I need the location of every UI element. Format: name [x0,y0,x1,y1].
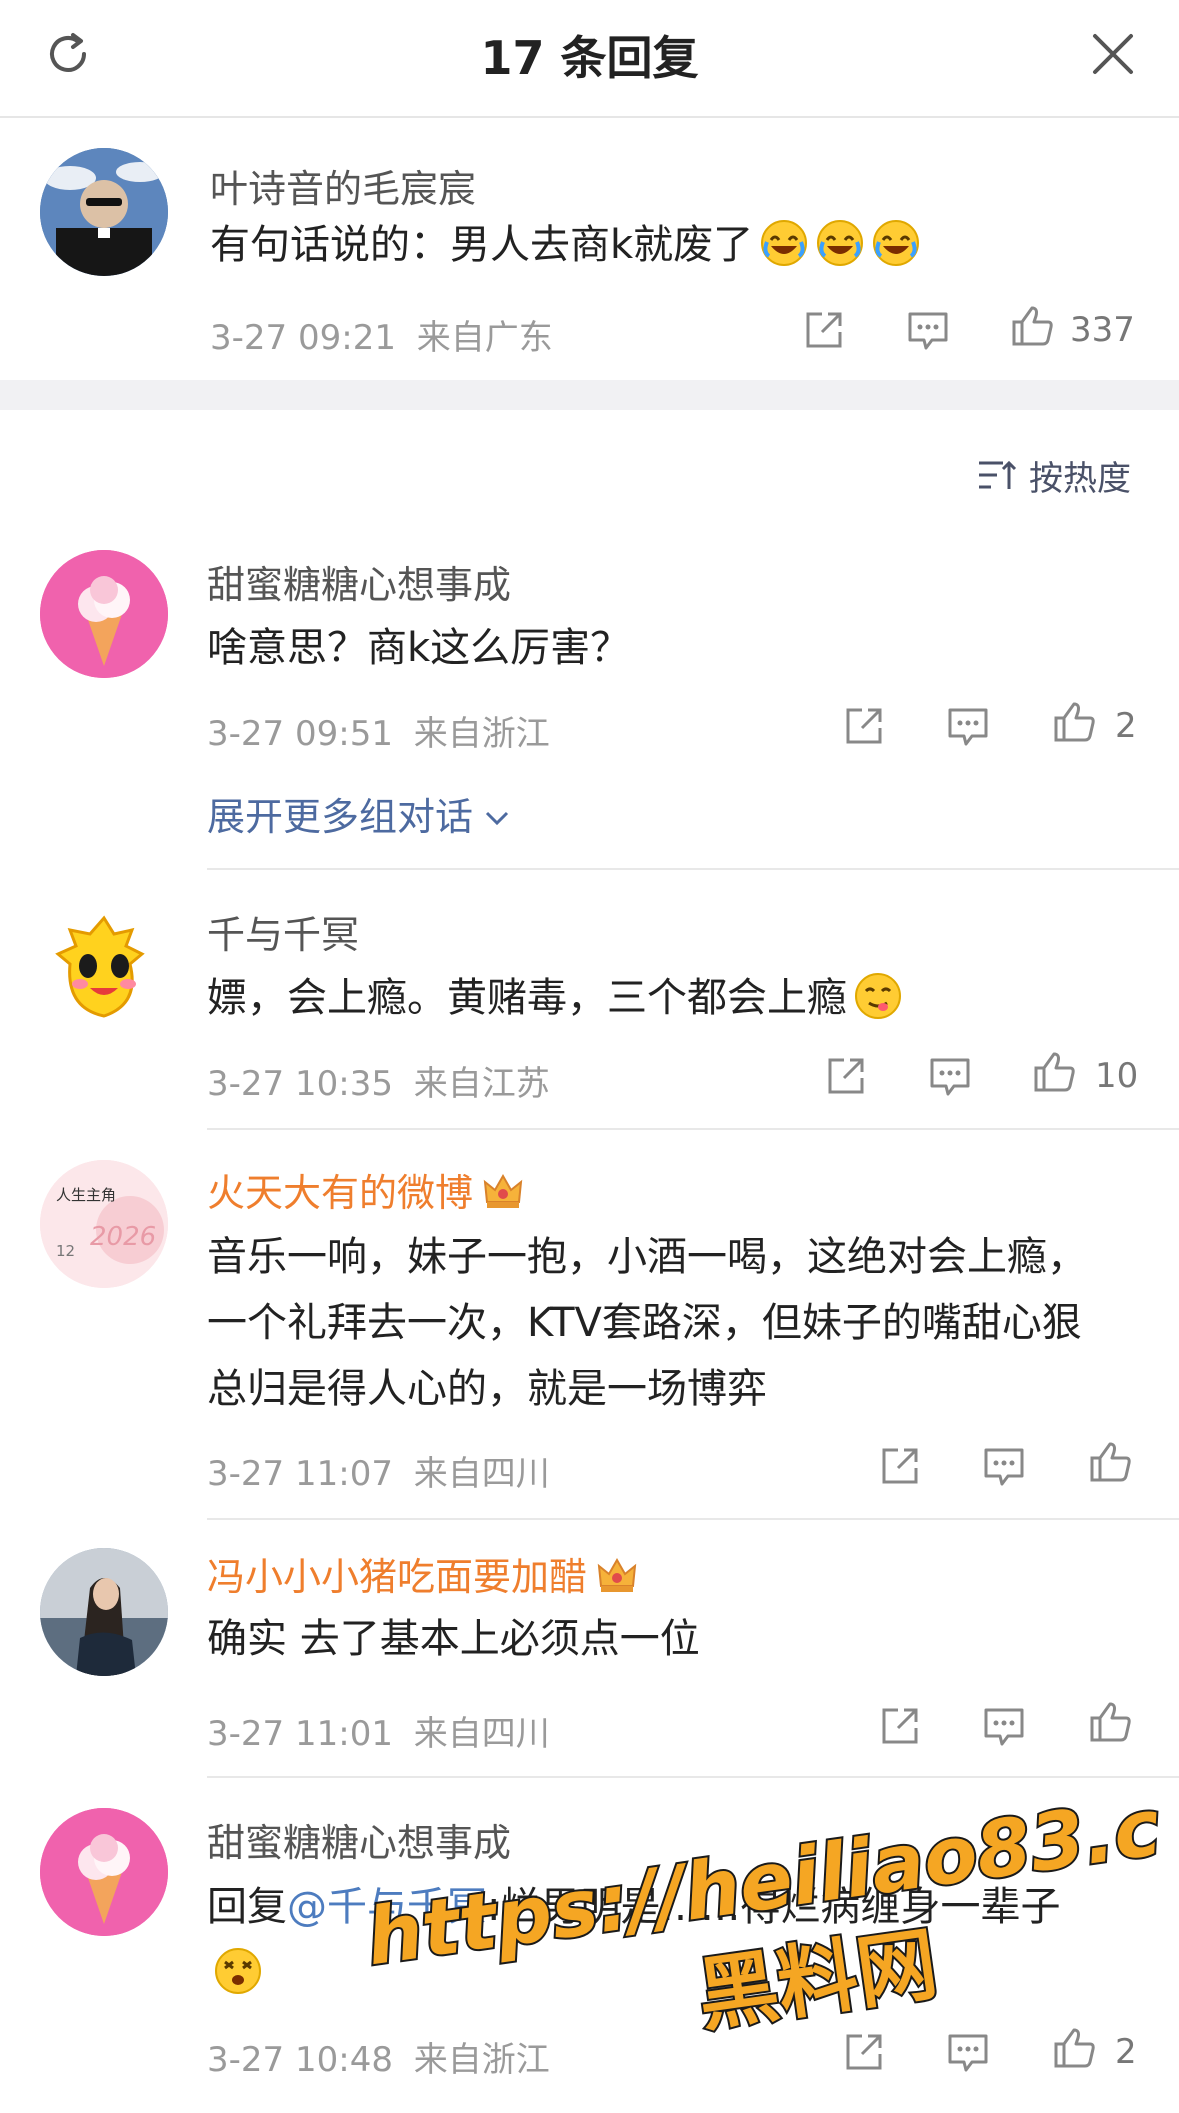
comment-text: 确实 去了基本上必须点一位 [207,1616,700,1662]
root-comment: 叶诗音的毛宸宸 有句话说的：男人去商k就废了 3-27 09:21 来自广东 3… [0,116,1179,380]
like-icon[interactable] [1050,698,1098,746]
comment-location: 来自四川 [413,1714,550,1754]
commenter-name[interactable]: 千与千冥 [207,904,359,959]
avatar-number: 12 [56,1242,76,1260]
comment-icon[interactable] [980,1702,1028,1750]
avatar[interactable] [40,148,168,276]
comment-time: 3-27 09:21 [210,318,396,358]
comment-meta: 3-27 09:51 来自浙江 [207,706,550,755]
comment-location: 来自四川 [413,1454,550,1494]
share-icon[interactable] [876,1702,924,1750]
sort-label: 按热度 [1029,458,1131,499]
reply-item: 甜蜜糖糖心想事成 啥意思？商k这么厉害？ 3-27 09:51 来自浙江 2 展… [0,530,1179,870]
commenter-name[interactable]: 火天大有的微博 [207,1162,525,1217]
avatar[interactable] [40,1808,168,1936]
watermark-label: 黑料网 [692,1917,943,2042]
dizzy-emoji-icon [215,1948,261,1994]
reply-prefix: 回复 [207,1884,287,1930]
like-count: 10 [1095,1056,1139,1096]
avatar[interactable]: 人生主角 2026 12 [40,1160,168,1288]
reply-item: 人生主角 2026 12 火天大有的微博 音乐一响，妹子一抱，小酒一喝，这绝对会… [0,1130,1179,1520]
laugh-cry-emoji-icon [873,220,920,266]
comment-time: 3-27 11:01 [207,1714,393,1754]
vip-crown-icon [597,1557,637,1592]
like-count: 337 [1070,310,1135,350]
vip-crown-icon [483,1173,523,1208]
avatar[interactable] [40,550,168,678]
expand-conversation-link[interactable]: 展开更多组对话 [207,786,513,841]
commenter-name-text: 冯小小小猪吃面要加醋 [207,1555,588,1599]
expand-label: 展开更多组对话 [207,795,474,839]
like-icon[interactable] [1086,1438,1134,1486]
comment-body: 有句话说的：男人去商k就废了 [210,222,754,268]
commenter-name[interactable]: 甜蜜糖糖心想事成 [207,554,511,609]
header: 17 条回复 [0,0,1179,118]
comment-time: 3-27 09:51 [207,714,393,754]
sort-icon [979,460,1017,489]
reply-item: 千与千冥 嫖，会上瘾。黄赌毒，三个都会上瘾 3-27 10:35 来自江苏 10 [0,870,1179,1130]
section-divider [0,380,1179,410]
comment-icon[interactable] [944,702,992,750]
like-count: 2 [1115,706,1137,746]
commenter-name-text: 火天大有的微博 [207,1171,474,1215]
comment-icon[interactable] [904,306,952,354]
comment-location: 来自浙江 [413,714,550,754]
commenter-name[interactable]: 冯小小小猪吃面要加醋 [207,1546,639,1601]
avatar[interactable] [40,1548,168,1676]
reply-item: 冯小小小猪吃面要加醋 确实 去了基本上必须点一位 3-27 11:01 来自四川 [0,1520,1179,1778]
comment-icon[interactable] [980,1442,1028,1490]
yum-emoji-icon [855,973,901,1019]
laugh-cry-emoji-icon [817,220,864,266]
comment-location: 来自江苏 [413,1064,550,1104]
comment-meta: 3-27 09:21 来自广东 [210,310,553,359]
comment-body: 嫖，会上瘾。黄赌毒，三个都会上瘾 [207,975,847,1021]
chevron-down-icon [485,811,509,826]
avatar-caption: 人生主角 [56,1186,117,1204]
laugh-cry-emoji-icon [761,220,808,266]
comment-location: 来自广东 [416,318,553,358]
comment-time: 3-27 11:07 [207,1454,393,1494]
comment-meta: 3-27 10:35 来自江苏 [207,1056,550,1105]
like-icon[interactable] [1086,1698,1134,1746]
page-title: 17 条回复 [480,31,699,85]
commenter-name[interactable]: 叶诗音的毛宸宸 [210,158,476,213]
comment-text: 嫖，会上瘾。黄赌毒，三个都会上瘾 [207,965,1147,1031]
close-icon[interactable] [1085,26,1141,82]
share-icon[interactable] [840,702,888,750]
share-icon[interactable] [822,1052,870,1100]
comment-text: 音乐一响，妹子一抱，小酒一喝，这绝对会上瘾，一个礼拜去一次，KTV套路深，但妹子… [207,1234,1087,1412]
avatar-year: 2026 [90,1222,157,1252]
share-icon[interactable] [876,1442,924,1490]
comment-meta: 3-27 11:07 来自四川 [207,1446,550,1495]
watermark: https://heiliao83.com 黑料网 [360,1800,1160,2045]
comment-text: 啥意思？商k这么厉害？ [207,625,631,671]
comment-meta: 3-27 11:01 来自四川 [207,1706,550,1755]
comment-icon[interactable] [926,1052,974,1100]
comment-time: 3-27 10:35 [207,1064,393,1104]
share-icon[interactable] [800,306,848,354]
avatar[interactable] [40,904,168,1032]
like-icon[interactable] [1008,302,1056,350]
sort-toggle[interactable]: 按热度 [975,450,1131,500]
comment-text: 有句话说的：男人去商k就废了 [210,212,1110,278]
like-icon[interactable] [1030,1048,1078,1096]
